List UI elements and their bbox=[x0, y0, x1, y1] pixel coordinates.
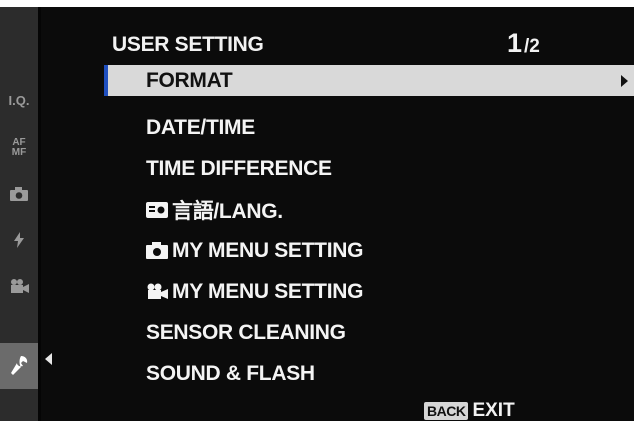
camera-icon bbox=[146, 242, 168, 259]
active-tab-arrow-icon bbox=[45, 353, 52, 365]
tab-flash[interactable] bbox=[0, 217, 38, 263]
tab-image-quality[interactable]: I.Q. bbox=[0, 77, 38, 123]
menu-item-date-time[interactable]: DATE/TIME bbox=[104, 112, 634, 143]
menu-item-language[interactable]: 言語/LANG. bbox=[104, 194, 634, 225]
menu-title: USER SETTING bbox=[112, 33, 264, 56]
menu-item-label: TIME DIFFERENCE bbox=[146, 156, 332, 180]
menu-item-label: SENSOR CLEANING bbox=[146, 320, 346, 344]
menu-item-label: SOUND & FLASH bbox=[146, 361, 315, 385]
wrench-icon bbox=[11, 356, 28, 375]
menu-item-label: MY MENU SETTING bbox=[172, 279, 364, 303]
camera-icon bbox=[10, 187, 28, 201]
tab-setup[interactable] bbox=[0, 343, 38, 389]
movie-icon bbox=[11, 279, 29, 293]
camera-menu-screen: I.Q. AF MF USER SETTING 1 /2 FORMAT DATE… bbox=[0, 7, 634, 421]
menu-item-my-menu-movie[interactable]: MY MENU SETTING bbox=[104, 276, 634, 307]
page-current: 1 bbox=[507, 28, 523, 58]
menu-item-sensor-cleaning[interactable]: SENSOR CLEANING bbox=[104, 317, 634, 348]
back-button-badge[interactable]: BACK bbox=[424, 402, 469, 420]
language-icon bbox=[146, 201, 168, 218]
menu-item-label: DATE/TIME bbox=[146, 115, 255, 139]
menu-item-time-difference[interactable]: TIME DIFFERENCE bbox=[104, 153, 634, 184]
tab-movie[interactable] bbox=[0, 263, 38, 309]
page-indicator: 1/2 bbox=[507, 28, 540, 59]
exit-label: EXIT bbox=[472, 400, 515, 421]
submenu-arrow-icon bbox=[621, 75, 628, 87]
menu-tab-strip: I.Q. AF MF bbox=[0, 7, 38, 421]
menu-item-format[interactable]: FORMAT bbox=[104, 65, 634, 96]
image-quality-icon: I.Q. bbox=[8, 92, 30, 108]
menu-item-label: FORMAT bbox=[146, 68, 233, 92]
tab-divider bbox=[38, 7, 41, 421]
flash-icon bbox=[14, 232, 24, 248]
page-total: /2 bbox=[524, 36, 540, 57]
tab-shooting[interactable] bbox=[0, 171, 38, 217]
menu-item-label: 言語/LANG. bbox=[172, 199, 283, 223]
menu-footer: BACK EXIT bbox=[424, 400, 515, 421]
menu-item-sound-flash[interactable]: SOUND & FLASH bbox=[104, 358, 634, 389]
menu-item-my-menu-still[interactable]: MY MENU SETTING bbox=[104, 235, 634, 266]
menu-item-label: MY MENU SETTING bbox=[172, 238, 364, 262]
focus-icon: AF MF bbox=[11, 137, 27, 158]
movie-camera-icon bbox=[147, 283, 168, 299]
tab-focus[interactable]: AF MF bbox=[0, 125, 38, 171]
menu-header: USER SETTING 1/2 bbox=[62, 25, 634, 58]
